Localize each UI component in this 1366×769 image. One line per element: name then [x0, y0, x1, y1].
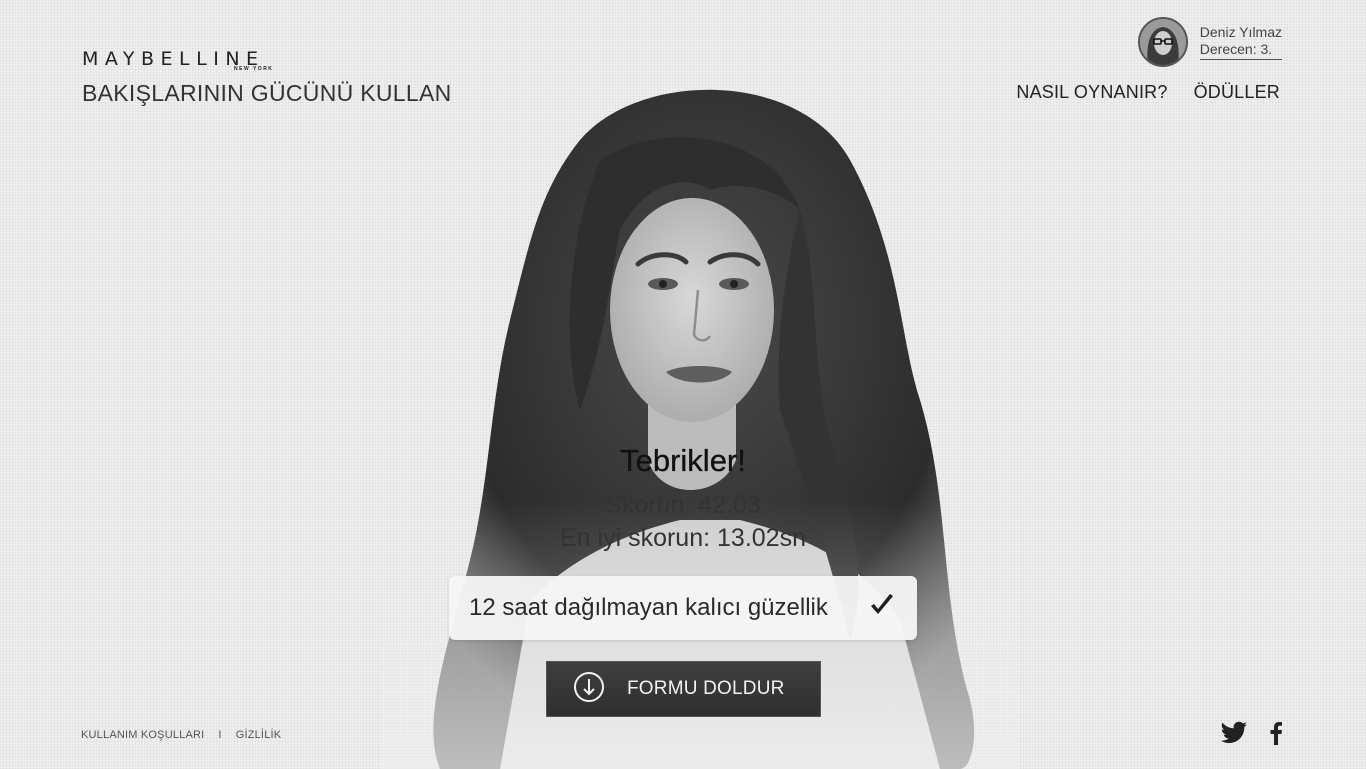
privacy-link[interactable]: GİZLİLİK [236, 729, 282, 741]
user-rank: Derecen: 3. [1199, 41, 1282, 60]
result-title: Tebrikler! [620, 443, 746, 478]
nav-how-to-play[interactable]: NASIL OYNANIR? [1016, 82, 1167, 103]
footer-separator: I [218, 729, 222, 741]
fill-form-label: FORMU DOLDUR [627, 678, 785, 699]
nav-prizes[interactable]: ÖDÜLLER [1194, 82, 1280, 103]
result-score: Skorun: 42.03 [605, 491, 761, 519]
user-info: Deniz Yılmaz Derecen: 3. [1199, 24, 1282, 60]
brand-tagline: BAKIŞLARININ GÜCÜNÜ KULLAN [82, 80, 452, 106]
result-panel: Tebrikler! Skorun: 42.03 En iyi skorun: … [443, 440, 923, 555]
terms-link[interactable]: KULLANIM KOŞULLARI [81, 729, 204, 741]
social-links [1220, 721, 1282, 750]
twitter-icon[interactable] [1220, 721, 1248, 750]
user-name: Deniz Yılmaz [1199, 24, 1282, 40]
benefit-card[interactable]: 12 saat dağılmayan kalıcı güzellik [449, 576, 917, 640]
avatar[interactable] [1137, 17, 1188, 67]
brand-block: MAYBELLINE NEW YORK BAKIŞLARININ GÜCÜNÜ … [82, 48, 452, 107]
benefit-text: 12 saat dağılmayan kalıcı güzellik [469, 594, 828, 621]
footer-links: KULLANIM KOŞULLARI I GİZLİLİK [81, 729, 281, 741]
avatar-image [1139, 19, 1186, 65]
fill-form-button[interactable]: FORMU DOLDUR [546, 661, 821, 717]
checkmark-icon [869, 593, 895, 624]
arrow-down-circle-icon [573, 671, 627, 708]
facebook-icon[interactable] [1270, 721, 1282, 750]
brand-logo-sub: NEW YORK [234, 66, 274, 72]
top-nav: NASIL OYNANIR? ÖDÜLLER [1016, 82, 1280, 103]
user-profile: Deniz Yılmaz Derecen: 3. [1137, 17, 1282, 67]
result-best-score: En iyi skorun: 13.02sn [560, 524, 806, 552]
